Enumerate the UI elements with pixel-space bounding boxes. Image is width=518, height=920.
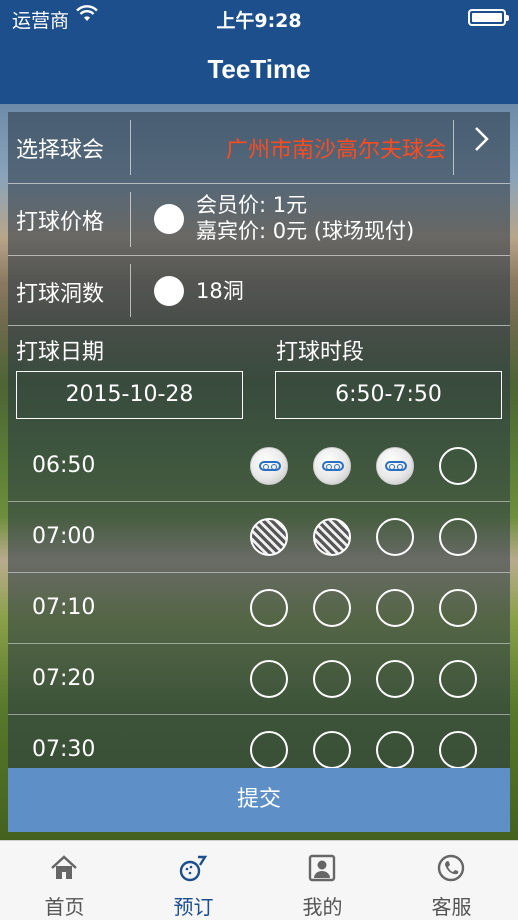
- page-title: TeeTime: [207, 54, 311, 84]
- tab-booking[interactable]: 预订: [129, 841, 258, 920]
- nav-bar: TeeTime: [0, 40, 518, 104]
- slot-empty-button[interactable]: [439, 518, 477, 556]
- tab-label-home: 首页: [44, 895, 85, 919]
- golf-ball-booked-icon: [250, 447, 288, 485]
- slot-empty-button[interactable]: [376, 589, 414, 627]
- tab-bar: 首页 预订 我的 客服: [0, 840, 518, 920]
- slot-taken-icon: [313, 518, 351, 556]
- slot-row: 07:00: [8, 502, 510, 573]
- member-price: 会员价: 1元: [196, 193, 308, 217]
- slot-empty-button[interactable]: [250, 731, 288, 769]
- golf-ball-booked-icon: [313, 447, 351, 485]
- date-label: 打球日期: [16, 340, 105, 365]
- slot-empty-button[interactable]: [439, 589, 477, 627]
- slot-empty-button[interactable]: [439, 447, 477, 485]
- home-icon: [49, 853, 79, 883]
- date-field[interactable]: 2015-10-28: [16, 371, 243, 419]
- slot-time-label: 07:10: [32, 595, 96, 620]
- status-bar: 运营商 上午9:28: [0, 0, 518, 40]
- holes-value: 18洞: [196, 279, 244, 303]
- slot-empty-button[interactable]: [313, 660, 351, 698]
- holes-radio[interactable]: [154, 276, 184, 306]
- price-label: 打球价格: [16, 210, 105, 235]
- tab-home[interactable]: 首页: [0, 841, 129, 920]
- slot-row: 06:50: [8, 431, 510, 502]
- club-select-row[interactable]: 选择球会 广州市南沙高尔夫球会: [8, 112, 510, 184]
- slot-empty-button[interactable]: [376, 660, 414, 698]
- slot-empty-button[interactable]: [250, 660, 288, 698]
- golf-ball-booked-icon: [376, 447, 414, 485]
- clock: 上午9:28: [216, 10, 302, 32]
- phone-icon: [436, 853, 466, 883]
- profile-icon: [307, 853, 337, 883]
- time-range-label: 打球时段: [276, 340, 365, 365]
- slot-empty-button[interactable]: [250, 589, 288, 627]
- club-label: 选择球会: [16, 138, 105, 163]
- slot-row: 07:10: [8, 573, 510, 644]
- slot-time-label: 07:30: [32, 737, 96, 762]
- slot-empty-button[interactable]: [376, 518, 414, 556]
- tab-service[interactable]: 客服: [387, 841, 516, 920]
- holes-label: 打球洞数: [16, 282, 105, 307]
- tab-label-profile: 我的: [302, 895, 343, 919]
- slot-time-label: 07:20: [32, 666, 96, 691]
- club-name: 广州市南沙高尔夫球会: [225, 138, 446, 163]
- tab-label-booking: 预订: [173, 895, 214, 919]
- slot-time-label: 07:00: [32, 524, 96, 549]
- slot-empty-button[interactable]: [313, 731, 351, 769]
- slot-empty-button[interactable]: [376, 731, 414, 769]
- battery-icon: [468, 9, 509, 26]
- chevron-right-icon: [474, 126, 490, 159]
- slot-empty-button[interactable]: [439, 731, 477, 769]
- time-range-field[interactable]: 6:50-7:50: [275, 371, 502, 419]
- price-row: 打球价格 会员价: 1元 嘉宾价: 0元 (球场现付): [8, 184, 510, 256]
- slot-empty-button[interactable]: [439, 660, 477, 698]
- price-radio[interactable]: [154, 204, 184, 234]
- slot-taken-icon: [250, 518, 288, 556]
- slot-time-label: 06:50: [32, 453, 96, 478]
- holes-row: 打球洞数 18洞: [8, 256, 510, 326]
- submit-button[interactable]: 提交: [8, 768, 510, 832]
- slot-empty-button[interactable]: [313, 589, 351, 627]
- guest-price: 嘉宾价: 0元 (球场现付): [196, 219, 415, 243]
- slot-row: 07:20: [8, 644, 510, 715]
- tab-label-service: 客服: [431, 895, 472, 919]
- tab-profile[interactable]: 我的: [258, 841, 387, 920]
- golf-booking-icon: [178, 853, 208, 883]
